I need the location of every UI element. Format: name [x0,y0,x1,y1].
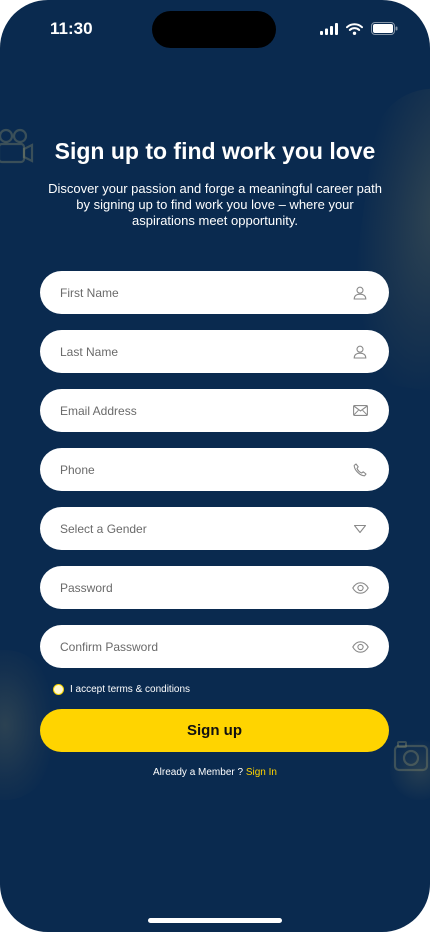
phone-screen: 11:30 Sign up to find work you love Disc… [0,0,430,932]
sign-in-link[interactable]: Sign In [246,767,277,778]
confirm-password-field[interactable]: Confirm Password [40,625,389,668]
terms-checkbox[interactable]: I accept terms & conditions [53,684,190,695]
dropdown-triangle-icon [351,520,369,538]
gender-select[interactable]: Select a Gender [40,507,389,550]
first-name-placeholder: First Name [60,285,119,300]
user-icon [351,284,369,302]
password-placeholder: Password [60,580,113,595]
password-field[interactable]: Password [40,566,389,609]
battery-icon [371,22,398,40]
sign-up-button[interactable]: Sign up [40,709,389,752]
phone-icon [351,461,369,479]
already-member-text: Already a Member ? [153,767,244,778]
phone-placeholder: Phone [60,462,95,477]
status-bar: 11:30 [0,0,430,56]
page-title: Sign up to find work you love [54,138,376,164]
eye-icon[interactable] [351,579,369,597]
home-indicator[interactable] [148,918,282,923]
terms-radio[interactable] [53,684,64,695]
last-name-field[interactable]: Last Name [40,330,389,373]
already-member-line: Already a Member ? Sign In [0,767,430,778]
envelope-icon [351,402,369,420]
page-subtitle: Discover your passion and forge a meanin… [48,181,382,228]
user-icon [351,343,369,361]
first-name-field[interactable]: First Name [40,271,389,314]
status-icons [320,22,398,40]
email-placeholder: Email Address [60,403,137,418]
wifi-icon [346,22,363,40]
phone-field[interactable]: Phone [40,448,389,491]
status-time: 11:30 [50,19,93,38]
gender-placeholder: Select a Gender [60,521,147,536]
confirm-password-placeholder: Confirm Password [60,639,159,654]
last-name-placeholder: Last Name [60,344,119,359]
dynamic-island [152,11,276,48]
email-field[interactable]: Email Address [40,389,389,432]
signal-icon [320,22,338,40]
eye-icon[interactable] [351,638,369,656]
terms-label: I accept terms & conditions [70,684,191,695]
